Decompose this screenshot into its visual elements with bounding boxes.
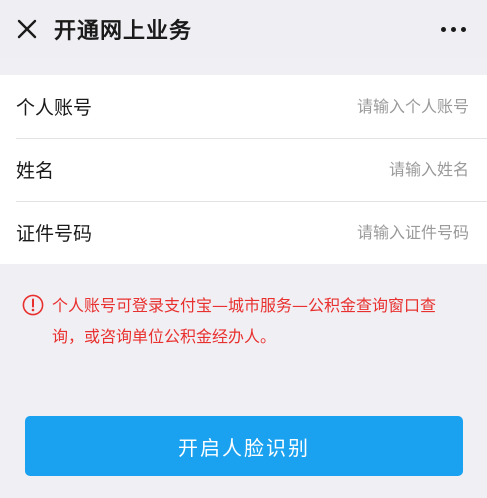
start-face-recognition-button[interactable]: 开启人脸识别 <box>25 416 463 476</box>
close-button[interactable] <box>2 0 52 58</box>
notice-message: 个人账号可登录支付宝—城市服务—公积金查询窗口查询，或咨询单位公积金经办人。 <box>22 290 462 352</box>
more-dots-icon <box>440 26 446 32</box>
close-icon <box>17 19 37 39</box>
warning-circle-icon <box>22 294 44 316</box>
more-dots-icon <box>460 26 466 32</box>
nav-bar: 开通网上业务 <box>0 0 487 58</box>
account-form: 个人账号 姓名 证件号码 <box>0 75 487 264</box>
form-row-account: 个人账号 <box>0 75 487 138</box>
name-input[interactable] <box>249 160 469 179</box>
more-dots-icon <box>450 26 456 32</box>
id-number-input[interactable] <box>249 223 469 242</box>
name-label: 姓名 <box>16 160 55 182</box>
account-input[interactable] <box>249 97 469 116</box>
notice-text: 个人账号可登录支付宝—城市服务—公积金查询窗口查询，或咨询单位公积金经办人。 <box>52 296 437 346</box>
id-number-label: 证件号码 <box>16 223 93 245</box>
more-button[interactable] <box>433 14 473 44</box>
account-label: 个人账号 <box>16 97 93 119</box>
page-title: 开通网上业务 <box>54 19 193 44</box>
form-row-id-number: 证件号码 <box>0 201 487 264</box>
form-row-name: 姓名 <box>0 138 487 201</box>
